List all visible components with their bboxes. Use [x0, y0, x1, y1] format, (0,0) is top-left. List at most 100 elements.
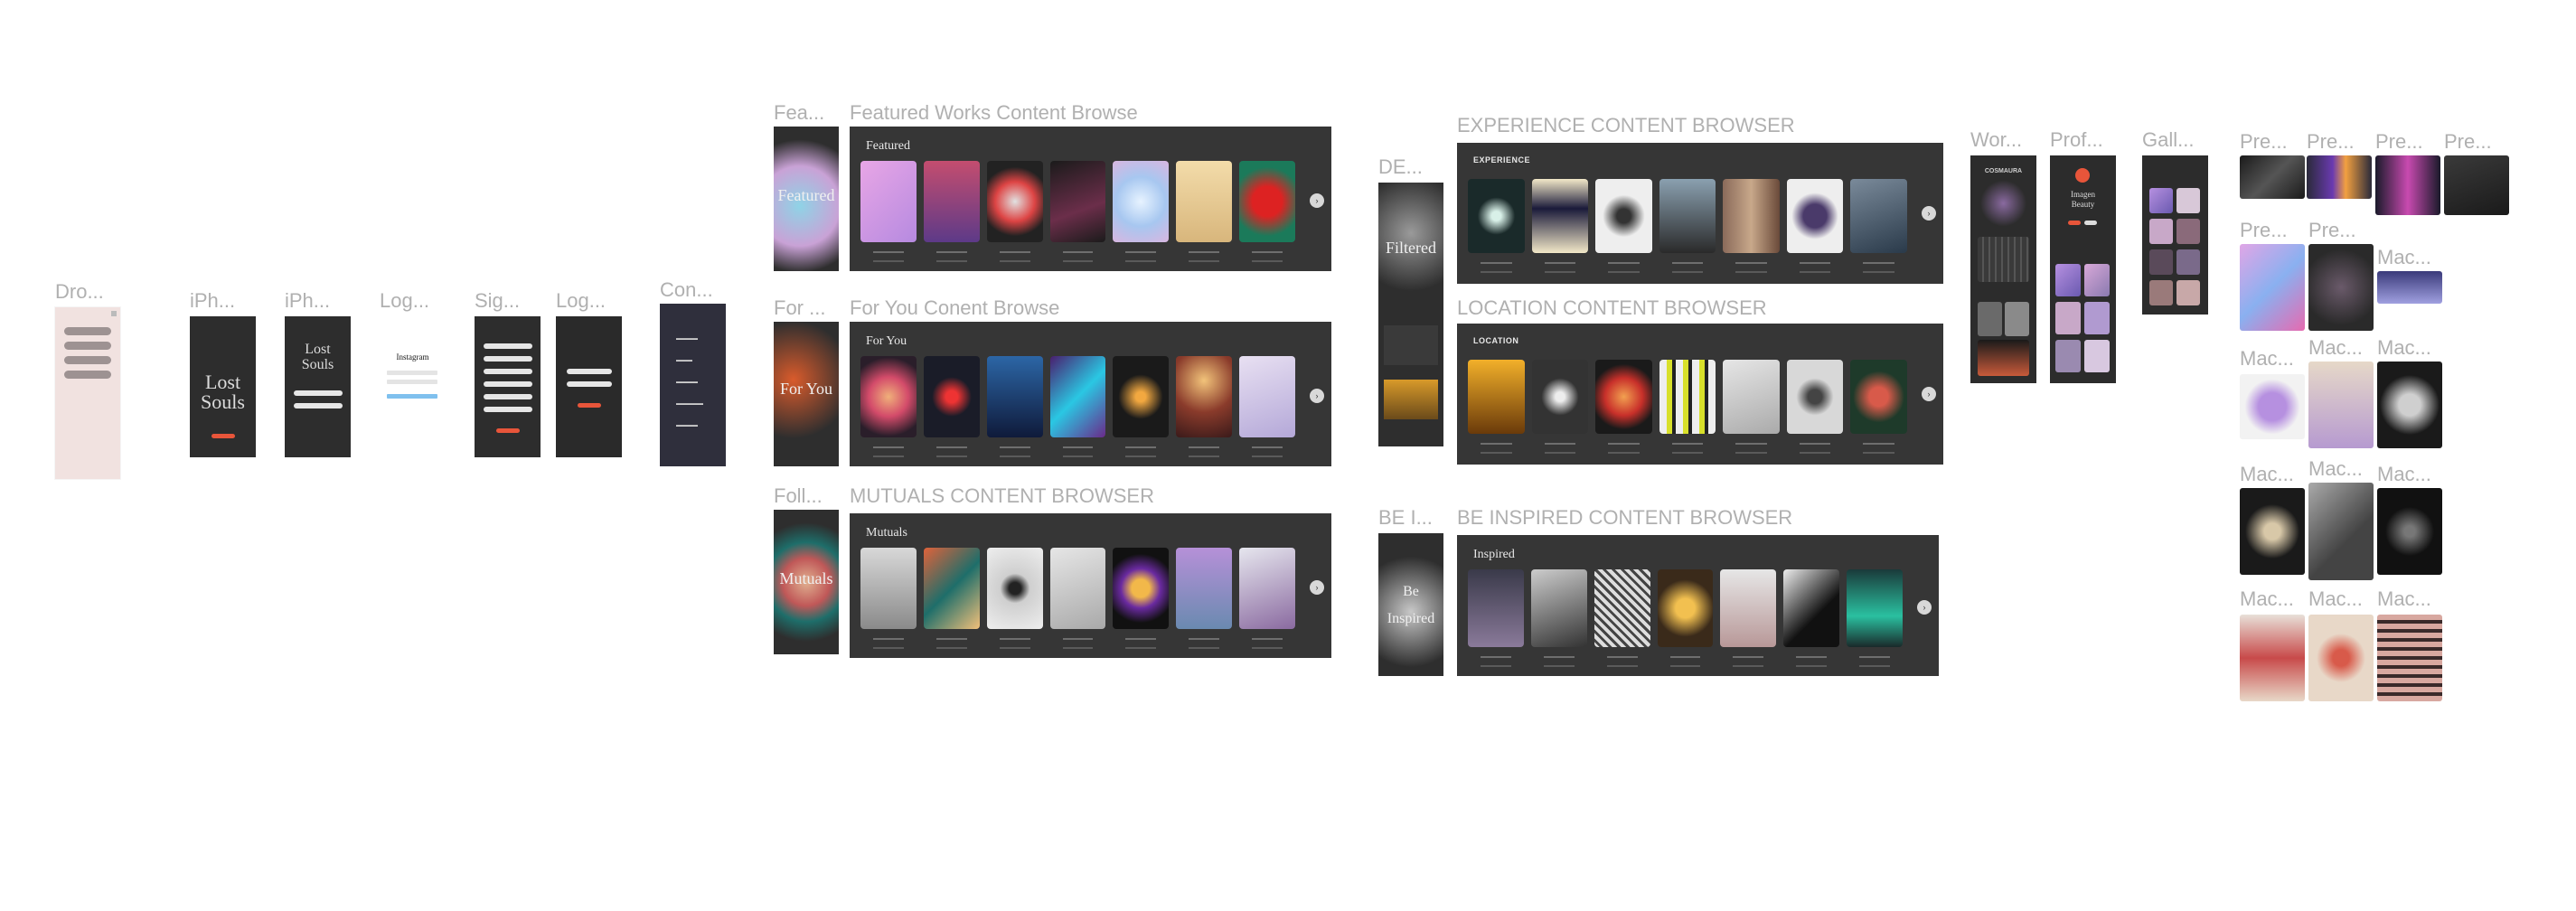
content-thumbnail[interactable]: [1468, 179, 1525, 273]
filter-card-location[interactable]: [1384, 380, 1438, 419]
frame-label-mac[interactable]: Mac...: [2377, 587, 2431, 611]
signup-button[interactable]: [496, 428, 520, 433]
content-thumbnail[interactable]: [860, 356, 917, 457]
mac-tile[interactable]: [2377, 271, 2442, 304]
input-field[interactable]: [484, 369, 532, 374]
frame-label-pre[interactable]: Pre...: [2240, 130, 2288, 154]
frame-label-pre[interactable]: Pre...: [2308, 219, 2356, 242]
content-thumbnail[interactable]: [1239, 356, 1296, 457]
content-thumbnail[interactable]: [1786, 179, 1844, 273]
content-thumbnail[interactable]: [1594, 569, 1650, 667]
gallery-thumb[interactable]: [2176, 249, 2200, 275]
mutuals-side-panel[interactable]: Mutuals: [774, 510, 839, 654]
iphone-frame-2[interactable]: Lost Souls: [285, 316, 351, 457]
mac-tile[interactable]: [2240, 488, 2305, 575]
browser-label-mutuals[interactable]: MUTUALS CONTENT BROWSER: [850, 484, 1154, 508]
input-field[interactable]: [484, 343, 532, 349]
content-thumbnail[interactable]: [1176, 356, 1233, 457]
gallery-thumb[interactable]: [2176, 280, 2200, 305]
content-thumbnail[interactable]: [1049, 548, 1106, 649]
input-field[interactable]: [484, 394, 532, 399]
content-thumbnail[interactable]: [1468, 360, 1525, 454]
frame-label-mac[interactable]: Mac...: [2308, 457, 2363, 481]
preview-tile[interactable]: [2308, 244, 2374, 331]
gallery-thumb[interactable]: [2055, 264, 2081, 296]
content-thumbnail[interactable]: [986, 161, 1043, 262]
chevron-right-icon[interactable]: ›: [1917, 600, 1932, 615]
avatar[interactable]: [2075, 168, 2090, 183]
dropdown-option[interactable]: [64, 342, 111, 350]
content-thumbnail[interactable]: [1659, 179, 1716, 273]
browser-label-featured[interactable]: Featured Works Content Browse: [850, 101, 1138, 125]
signup-frame[interactable]: [475, 316, 541, 457]
input-field[interactable]: [567, 381, 612, 387]
filter-card-experience[interactable]: [1384, 325, 1438, 365]
menu-item[interactable]: ▬▬▬▬: [676, 423, 698, 428]
frame-label-dropdown[interactable]: Dro...: [55, 280, 104, 304]
content-thumbnail[interactable]: [1239, 161, 1296, 262]
experience-content-browser[interactable]: EXPERIENCE ›: [1457, 143, 1943, 284]
content-thumbnail[interactable]: [1049, 356, 1106, 457]
inspired-side-panel[interactable]: Be Inspired: [1378, 533, 1443, 676]
inspired-content-browser[interactable]: Inspired ›: [1457, 535, 1939, 676]
menu-item[interactable]: ▬▬▬▬: [676, 336, 698, 342]
content-thumbnail[interactable]: [1176, 161, 1233, 262]
frame-label-pre[interactable]: Pre...: [2240, 219, 2288, 242]
input-field[interactable]: [294, 403, 343, 409]
browser-label-experience[interactable]: EXPERIENCE CONTENT BROWSER: [1457, 114, 1795, 137]
frame-label-iphone2[interactable]: iPh...: [285, 289, 330, 313]
gallery-thumb[interactable]: [2176, 219, 2200, 244]
content-thumbnail[interactable]: [1176, 548, 1233, 649]
mac-tile[interactable]: [2240, 374, 2305, 439]
gallery-thumb[interactable]: [2084, 340, 2110, 372]
input-field[interactable]: [484, 407, 532, 412]
content-thumbnail[interactable]: [1786, 360, 1844, 454]
menu-item[interactable]: ▬▬▬▬: [676, 380, 698, 385]
content-thumbnail[interactable]: [1595, 179, 1652, 273]
frame-label-iphone1[interactable]: iPh...: [190, 289, 235, 313]
dropdown-option[interactable]: [64, 356, 111, 364]
frame-label-mutuals-side[interactable]: Foll...: [774, 484, 823, 508]
filtered-side-panel[interactable]: Filtered: [1378, 183, 1443, 446]
content-thumbnail[interactable]: [923, 548, 980, 649]
foryou-content-browser[interactable]: For You ›: [850, 322, 1331, 466]
frame-label-signup[interactable]: Sig...: [475, 289, 520, 313]
browser-label-inspired[interactable]: BE INSPIRED CONTENT BROWSER: [1457, 506, 1792, 530]
preview-tile[interactable]: [2240, 155, 2305, 199]
gallery-thumb[interactable]: [2176, 188, 2200, 213]
content-thumbnail[interactable]: [1657, 569, 1714, 667]
chevron-right-icon[interactable]: ›: [1922, 387, 1936, 401]
message-button[interactable]: [2084, 221, 2097, 225]
gallery-thumb[interactable]: [2149, 219, 2173, 244]
frame-label-inspired-side[interactable]: BE I...: [1378, 506, 1433, 530]
frame-label-mac[interactable]: Mac...: [2377, 336, 2431, 360]
gallery-thumb[interactable]: [2149, 249, 2173, 275]
featured-content-browser[interactable]: Featured ›: [850, 127, 1331, 271]
mac-tile[interactable]: [2308, 483, 2374, 580]
content-thumbnail[interactable]: [1531, 360, 1589, 454]
content-thumbnail[interactable]: [1847, 569, 1904, 667]
enter-button[interactable]: [212, 434, 235, 438]
content-thumbnail[interactable]: [923, 161, 980, 262]
frame-label-mac[interactable]: Mac...: [2377, 246, 2431, 269]
content-thumbnail[interactable]: [1720, 569, 1777, 667]
gallery-thumb[interactable]: [2055, 340, 2081, 372]
preview-tile[interactable]: [2444, 155, 2509, 215]
chevron-right-icon[interactable]: ›: [1310, 580, 1324, 595]
mac-tile[interactable]: [2240, 615, 2305, 701]
content-thumbnail[interactable]: [1530, 569, 1587, 667]
follow-button[interactable]: [2068, 221, 2081, 225]
frame-label-works[interactable]: Wor...: [1970, 128, 2022, 152]
frame-label-mac[interactable]: Mac...: [2308, 587, 2363, 611]
gallery-frame[interactable]: [2142, 155, 2208, 315]
mac-tile[interactable]: [2377, 488, 2442, 575]
content-thumbnail[interactable]: [1531, 179, 1589, 273]
password-field[interactable]: [387, 380, 437, 384]
gallery-thumb[interactable]: [2055, 302, 2081, 334]
preview-tile[interactable]: [2240, 244, 2305, 331]
frame-label-filtered-side[interactable]: DE...: [1378, 155, 1423, 179]
username-field[interactable]: [387, 371, 437, 375]
input-field[interactable]: [294, 390, 343, 396]
content-thumbnail[interactable]: [1723, 179, 1780, 273]
mac-tile[interactable]: [2308, 615, 2374, 701]
